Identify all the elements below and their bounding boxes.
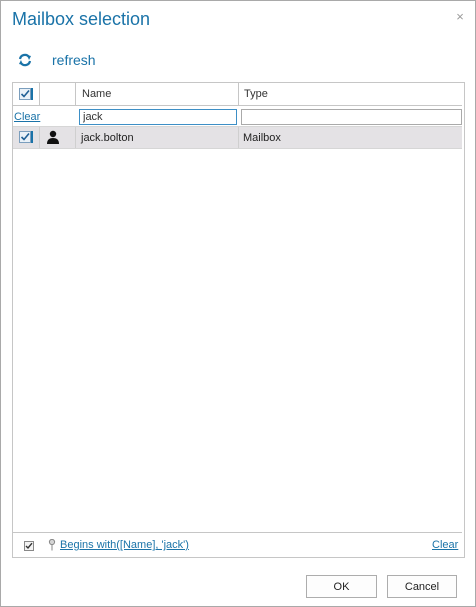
filter-pin-icon <box>48 538 56 554</box>
row-type: Mailbox <box>243 132 281 144</box>
filter-expression-link[interactable]: Begins with([Name], 'jack') <box>60 539 189 551</box>
filter-row: Clear <box>13 106 462 127</box>
cancel-button[interactable]: Cancel <box>387 575 457 598</box>
ok-button[interactable]: OK <box>306 575 377 598</box>
filter-footer: Begins with([Name], 'jack') Clear <box>13 532 462 557</box>
refresh-icon <box>17 53 33 67</box>
close-icon[interactable]: × <box>453 10 467 24</box>
clear-all-filters-link[interactable]: Clear <box>432 539 458 551</box>
grid-header: Name Type <box>13 83 462 106</box>
column-header-name[interactable]: Name <box>82 88 111 100</box>
clear-filter-link[interactable]: Clear <box>14 111 40 123</box>
dialog-title: Mailbox selection <box>12 9 151 29</box>
user-icon <box>46 130 60 147</box>
mailbox-grid: Name Type Clear jack.bolton <box>12 82 465 558</box>
column-header-type[interactable]: Type <box>244 88 268 100</box>
filter-enabled-checkbox[interactable] <box>24 541 34 551</box>
type-filter-input[interactable] <box>241 109 462 125</box>
table-row[interactable]: jack.bolton Mailbox <box>13 126 462 149</box>
refresh-label: refresh <box>52 52 96 68</box>
refresh-button[interactable]: refresh <box>17 51 96 69</box>
select-all-checkbox[interactable] <box>19 88 33 100</box>
row-checkbox[interactable] <box>19 131 33 143</box>
name-filter-input[interactable] <box>79 109 237 125</box>
row-name: jack.bolton <box>81 132 134 144</box>
mailbox-selection-dialog: Mailbox selection × refresh Name Type Cl… <box>0 0 476 607</box>
